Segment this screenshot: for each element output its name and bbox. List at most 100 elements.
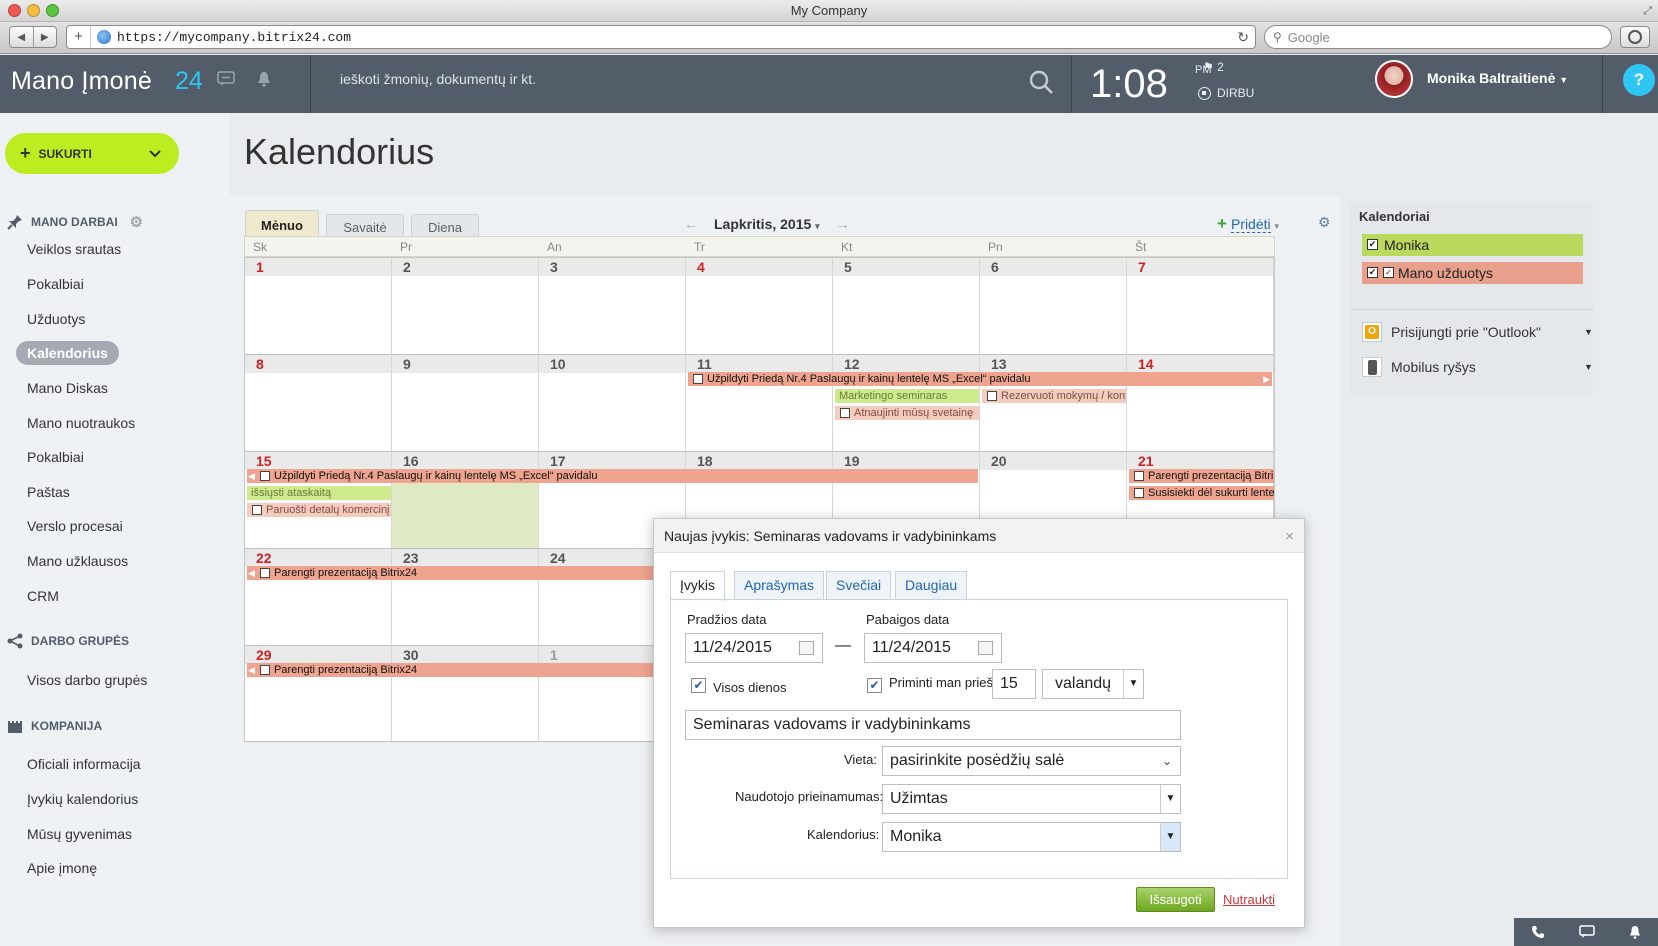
search-icon[interactable] [1028, 69, 1054, 95]
sidebar-item-photos[interactable]: Mano nuotraukos [27, 415, 135, 431]
location-select[interactable]: pasirinkite posėdžių salė ⌄ [882, 746, 1181, 776]
day-cell[interactable]: 9 [392, 355, 539, 452]
help-button[interactable]: ? [1623, 64, 1655, 96]
calendar-icon[interactable] [799, 641, 814, 655]
tab-guests[interactable]: Svečiai [826, 571, 892, 599]
cancel-link[interactable]: Nutraukti [1223, 892, 1275, 907]
chat-icon[interactable] [217, 71, 235, 87]
day-cell[interactable]: 14 [1127, 355, 1274, 452]
day-cell[interactable]: 12 [833, 355, 980, 452]
sidebar-item-official-info[interactable]: Oficiali informacija [27, 756, 141, 772]
day-cell[interactable]: 1 [245, 258, 392, 355]
checkbox-checked-icon[interactable]: ✔ [1367, 239, 1378, 250]
zoom-window-button[interactable] [46, 4, 59, 17]
month-selector[interactable]: Lapkritis, 2015 ▾ [714, 216, 820, 232]
allday-checkbox[interactable]: ✔ [691, 678, 706, 693]
sidebar-item-chats-2[interactable]: Pokalbiai [27, 449, 84, 465]
clock[interactable]: 1:08 [1090, 55, 1168, 113]
sidebar-item-crm[interactable]: CRM [27, 588, 59, 604]
address-bar[interactable]: + https://mycompany.bitrix24.com ↻ [66, 25, 1256, 49]
calendar-event[interactable]: Rezervuoti mokymų / konfe [982, 389, 1126, 403]
outlook-connect[interactable]: O Prisijungti prie "Outlook" ▼ [1362, 322, 1593, 342]
sidebar-item-event-calendar[interactable]: Įvykių kalendorius [27, 791, 138, 807]
create-button[interactable]: + SUKURTI [5, 133, 179, 174]
calendar-event[interactable]: Paruošti detalų komercinį pa [247, 503, 391, 517]
day-cell[interactable]: 7 [1127, 258, 1274, 355]
sidebar-item-calendar[interactable]: Kalendorius [16, 341, 119, 365]
day-cell[interactable]: 3 [539, 258, 686, 355]
day-cell[interactable]: 30 [392, 646, 539, 742]
sidebar-item-drive[interactable]: Mano Diskas [27, 380, 108, 396]
work-status[interactable]: DIRBU [1198, 86, 1254, 100]
section-workgroups[interactable]: DARBO GRUPĖS [7, 633, 129, 649]
event-name-input[interactable]: Seminaras vadovams ir vadybininkams [685, 710, 1181, 740]
day-cell[interactable]: 23 [392, 549, 539, 646]
save-button[interactable]: Išsaugoti [1136, 887, 1215, 912]
reminder-checkbox[interactable]: ✔ [867, 678, 882, 693]
day-cell-today[interactable]: 16 [392, 452, 539, 549]
calendar-item-monika[interactable]: ✔ Monika [1362, 234, 1583, 256]
user-menu[interactable]: Monika Baltraitienė ▼ [1427, 70, 1568, 86]
day-cell[interactable]: 5 [833, 258, 980, 355]
calendar-event[interactable]: Užpildyti Priedą Nr.4 Paslaugų ir kainų … [688, 372, 1272, 386]
day-cell[interactable]: 8 [245, 355, 392, 452]
close-icon[interactable]: × [1285, 528, 1294, 545]
checkbox-checked-icon[interactable]: ✔ [1367, 267, 1378, 278]
bell-icon[interactable] [1629, 925, 1641, 939]
forward-icon[interactable]: ▶ [34, 27, 57, 47]
sidebar-item-mail[interactable]: Paštas [27, 484, 70, 500]
day-cell[interactable]: 6 [980, 258, 1127, 355]
tab-more[interactable]: Daugiau [895, 571, 968, 599]
section-company[interactable]: KOMPANIJA [7, 718, 102, 734]
fullscreen-icon[interactable]: ⤢ [1643, 0, 1652, 22]
sidebar-item-all-groups[interactable]: Visos darbo grupės [27, 672, 147, 688]
close-window-button[interactable] [8, 4, 21, 17]
section-my-work[interactable]: MANO DARBAI ⚙ [7, 213, 143, 231]
gear-icon[interactable]: ⚙ [130, 213, 143, 231]
calendar-item-tasks[interactable]: ✔ ✓ Mano užduotys [1362, 262, 1583, 284]
calendar-event[interactable]: Susisiekti dėl sukurti lentelę [1129, 486, 1274, 500]
day-cell[interactable]: 15 [245, 452, 392, 549]
sidebar-item-activity-stream[interactable]: Veiklos srautas [27, 241, 121, 257]
day-cell[interactable]: 4 [686, 258, 833, 355]
day-cell[interactable]: 13 [980, 355, 1127, 452]
tab-description[interactable]: Aprašymas [734, 571, 825, 599]
day-cell[interactable]: 2 [392, 258, 539, 355]
browser-search-field[interactable]: ⚲ Google [1264, 25, 1612, 49]
end-date-input[interactable]: 11/24/2015 [864, 633, 1002, 663]
calendar-icon[interactable] [978, 641, 993, 655]
sidebar-item-requests[interactable]: Mano užklausos [27, 553, 128, 569]
settings-gear-icon[interactable]: ⚙ [1318, 214, 1331, 231]
reminder-amount-input[interactable]: 15 [992, 669, 1036, 699]
tab-event[interactable]: Įvykis [670, 571, 725, 601]
downloads-button[interactable] [1620, 26, 1650, 48]
mobile-sync[interactable]: Mobilus ryšys ▼ [1362, 357, 1593, 377]
calendar-select[interactable]: Monika ▼ [882, 822, 1181, 852]
next-month-icon[interactable]: → [836, 216, 850, 232]
phone-icon[interactable] [1531, 925, 1545, 939]
bell-icon[interactable] [257, 71, 271, 87]
calendar-event[interactable]: išsiųsti ataskaitą [247, 486, 391, 500]
sidebar-item-tasks[interactable]: Užduotys [27, 311, 85, 327]
day-cell[interactable]: 29 [245, 646, 392, 742]
logo-text[interactable]: Mano Įmonė [11, 67, 152, 96]
avatar[interactable] [1375, 60, 1413, 98]
sidebar-item-workflows[interactable]: Verslo procesai [27, 518, 123, 534]
calendar-event[interactable]: Parengti prezentaciją Bitrix [1129, 469, 1274, 483]
sidebar-item-our-life[interactable]: Mūsų gyvenimas [27, 826, 132, 842]
calendar-event[interactable]: Marketingo seminaras [835, 389, 979, 403]
minimize-window-button[interactable] [27, 4, 40, 17]
add-event-button[interactable]: + Pridėti ▾ [1217, 214, 1279, 234]
start-date-input[interactable]: 11/24/2015 [685, 633, 823, 663]
day-cell[interactable]: 22 [245, 549, 392, 646]
back-icon[interactable]: ◀ [10, 27, 34, 47]
reminder-unit-select[interactable]: valandų ▼ [1042, 669, 1144, 699]
chat-icon[interactable] [1579, 925, 1595, 939]
prev-month-icon[interactable]: ← [684, 216, 698, 232]
sidebar-item-chats[interactable]: Pokalbiai [27, 276, 84, 292]
global-search-input[interactable]: ieškoti žmonių, dokumentų ir kt. [340, 71, 536, 87]
calendar-event[interactable]: Atnaujinti mūsų svetainę [835, 406, 979, 420]
calendar-event[interactable]: ◀ Užpildyti Priedą Nr.4 Paslaugų ir kainų… [247, 469, 978, 483]
chevron-down-icon[interactable] [149, 149, 161, 158]
day-cell[interactable]: 11 [686, 355, 833, 452]
